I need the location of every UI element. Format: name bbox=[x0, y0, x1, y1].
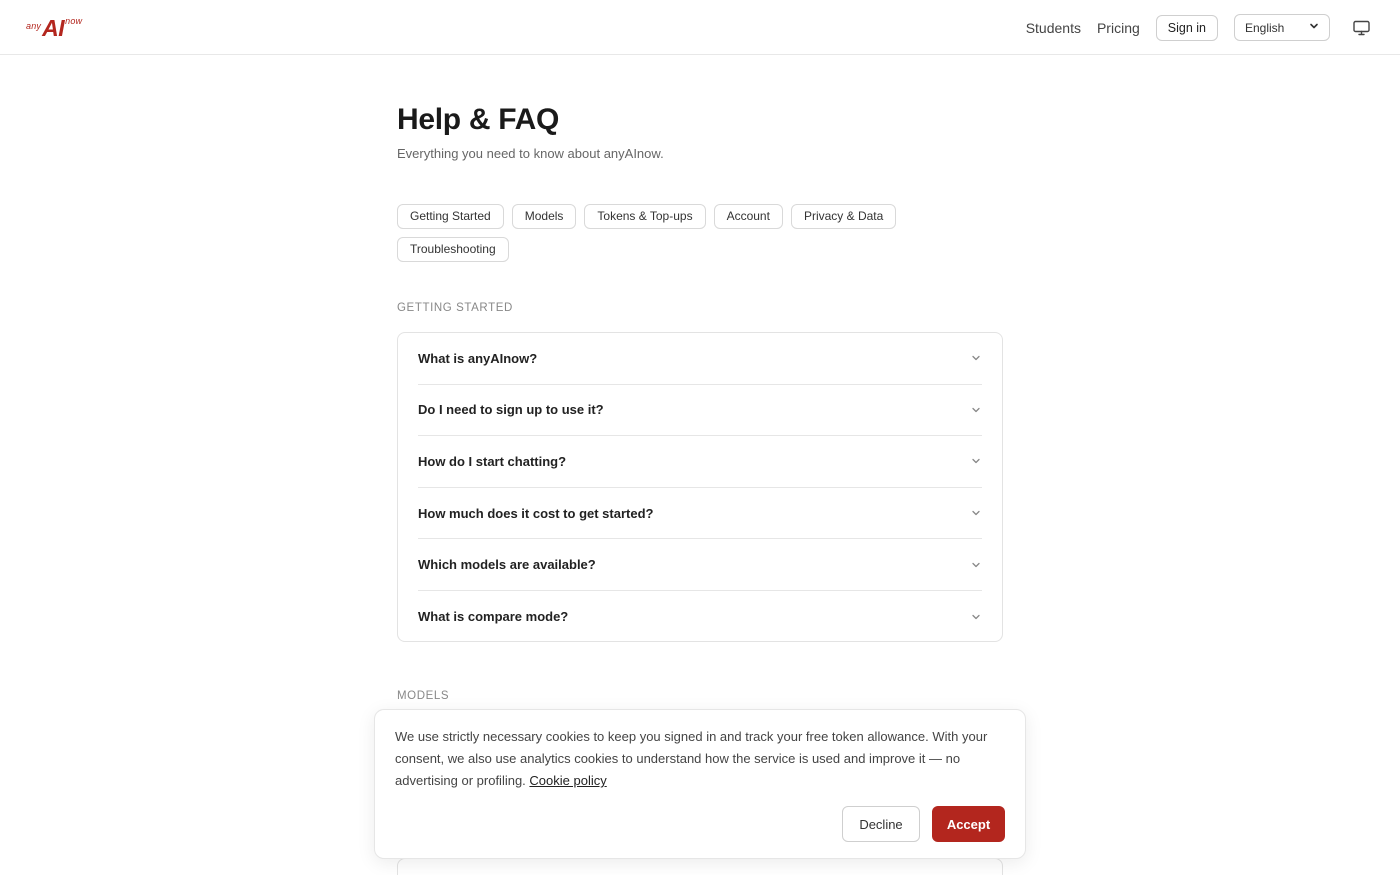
category-chip-models[interactable]: Models bbox=[511, 204, 577, 229]
monitor-icon[interactable] bbox=[1352, 19, 1370, 37]
nav-link-students[interactable]: Students bbox=[1026, 20, 1081, 36]
category-filter: Getting Started Models Tokens & Top-ups … bbox=[397, 204, 1003, 262]
category-chip-troubleshooting[interactable]: Troubleshooting bbox=[397, 237, 509, 262]
cookie-policy-link[interactable]: Cookie policy bbox=[529, 773, 606, 788]
chevron-down-icon bbox=[970, 507, 982, 519]
logo-suffix: now bbox=[65, 16, 83, 26]
faq-question: What is compare mode? bbox=[418, 609, 569, 625]
sign-in-button[interactable]: Sign in bbox=[1155, 14, 1218, 41]
faq-question: Do I need to sign up to use it? bbox=[418, 402, 604, 418]
faq-item[interactable]: How do I start chatting? bbox=[418, 436, 982, 488]
faq-question: How do I start chatting? bbox=[418, 453, 567, 469]
faq-question: How much does it cost to get started? bbox=[418, 505, 654, 521]
chevron-down-icon bbox=[970, 404, 982, 416]
faq-item[interactable]: What is anyAInow? bbox=[418, 333, 982, 385]
page-title: Help & FAQ bbox=[397, 103, 560, 136]
decline-button[interactable]: Decline bbox=[842, 806, 920, 842]
section-label-getting-started: GETTING STARTED bbox=[397, 302, 513, 314]
chevron-down-icon bbox=[970, 455, 982, 467]
category-chip-account[interactable]: Account bbox=[713, 204, 783, 229]
header-nav: Students Pricing Sign in English bbox=[1026, 0, 1400, 55]
language-select[interactable]: English bbox=[1234, 14, 1330, 41]
anyainow-logo[interactable]: any AI now bbox=[26, 14, 82, 40]
cookie-message: We use strictly necessary cookies to kee… bbox=[395, 726, 1005, 792]
logo-main: AI bbox=[42, 15, 65, 41]
faq-accordion-models bbox=[397, 858, 1003, 875]
page-subtitle: Everything you need to know about anyAIn… bbox=[397, 146, 664, 161]
faq-question: Which models are available? bbox=[418, 557, 596, 573]
logo-prefix: any bbox=[26, 21, 42, 31]
faq-item[interactable]: Do I need to sign up to use it? bbox=[418, 385, 982, 437]
category-chip-privacy-data[interactable]: Privacy & Data bbox=[790, 204, 897, 229]
faq-item[interactable]: What is compare mode? bbox=[418, 591, 982, 643]
faq-accordion-getting-started: What is anyAInow? Do I need to sign up t… bbox=[397, 332, 1003, 642]
top-navigation-bar: any AI now Students Pricing Sign in Engl… bbox=[0, 0, 1400, 55]
section-label-models: MODELS bbox=[397, 690, 450, 702]
faq-item[interactable]: Which models are available? bbox=[418, 539, 982, 591]
cookie-consent-banner: We use strictly necessary cookies to kee… bbox=[374, 709, 1026, 859]
cookie-actions: Decline Accept bbox=[842, 806, 1005, 842]
accept-button[interactable]: Accept bbox=[932, 806, 1005, 842]
faq-question: What is anyAInow? bbox=[418, 350, 538, 366]
faq-header: Help & FAQ Everything you need to know a… bbox=[397, 100, 1003, 161]
chevron-down-icon bbox=[970, 611, 982, 623]
language-selected-value: English bbox=[1245, 20, 1285, 35]
chevron-down-icon bbox=[970, 559, 982, 571]
category-chip-getting-started[interactable]: Getting Started bbox=[397, 204, 504, 229]
faq-item[interactable]: How much does it cost to get started? bbox=[418, 488, 982, 540]
chevron-down-icon bbox=[1309, 21, 1319, 34]
category-chip-tokens-topups[interactable]: Tokens & Top-ups bbox=[584, 204, 706, 229]
chevron-down-icon bbox=[970, 352, 982, 364]
cookie-text: We use strictly necessary cookies to kee… bbox=[395, 729, 988, 788]
nav-link-pricing[interactable]: Pricing bbox=[1097, 20, 1140, 36]
